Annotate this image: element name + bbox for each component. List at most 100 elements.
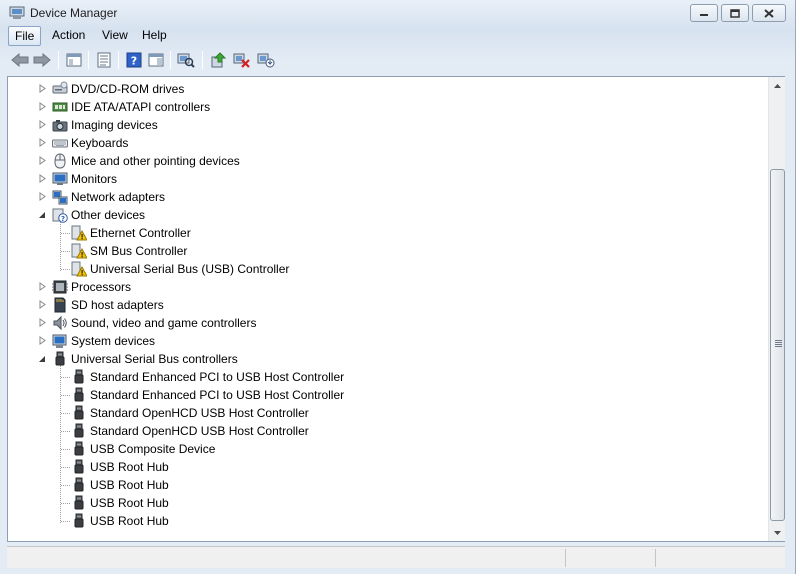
mouse-icon [54, 153, 66, 169]
speaker-icon [53, 315, 67, 331]
collapsed-arrow-icon[interactable] [38, 192, 47, 201]
network-adapter-icon [52, 190, 68, 205]
tree-device-item[interactable]: USB Composite Device [8, 440, 748, 458]
tree-category-item[interactable]: Processors [8, 278, 748, 296]
tree-device-item[interactable]: Standard OpenHCD USB Host Controller [8, 404, 748, 422]
collapsed-arrow-icon[interactable] [38, 156, 47, 165]
show-hide-console-tree-icon [66, 53, 82, 67]
warning-device-icon [71, 261, 87, 277]
tree-guide-line [61, 269, 70, 270]
forward-arrow-icon [33, 53, 51, 67]
tree-guide-line [61, 413, 70, 414]
scan-hardware-changes-button[interactable] [176, 50, 196, 70]
properties-button[interactable] [94, 50, 114, 70]
maximize-button[interactable] [721, 4, 749, 22]
collapsed-arrow-icon[interactable] [38, 336, 47, 345]
tree-item-label: Other devices [71, 208, 146, 222]
tree-item-label: Keyboards [71, 136, 129, 150]
tree-device-item[interactable]: SM Bus Controller [8, 242, 748, 260]
action-pane-button[interactable] [146, 50, 166, 70]
tree-item-label: System devices [71, 334, 156, 348]
forward-button[interactable] [32, 50, 52, 70]
collapsed-arrow-icon[interactable] [38, 120, 47, 129]
tree-device-item[interactable]: Universal Serial Bus (USB) Controller [8, 260, 748, 278]
menu-file[interactable]: File [8, 26, 42, 46]
tree-category-item[interactable]: Universal Serial Bus controllers [8, 350, 748, 368]
help-button[interactable]: ? [124, 50, 144, 70]
tree-category-item[interactable]: Monitors [8, 170, 748, 188]
tree-device-item[interactable]: USB Root Hub [8, 476, 748, 494]
tree-category-item[interactable]: Mice and other pointing devices [8, 152, 748, 170]
tree-device-item[interactable]: Standard Enhanced PCI to USB Host Contro… [8, 368, 748, 386]
tree-device-item[interactable]: USB Root Hub [8, 494, 748, 512]
collapsed-arrow-icon[interactable] [38, 318, 47, 327]
expanded-arrow-icon[interactable] [38, 210, 47, 219]
tree-guide-line [61, 251, 70, 252]
tree-guide-line [61, 395, 70, 396]
collapsed-arrow-icon[interactable] [38, 102, 47, 111]
vertical-scrollbar[interactable] [768, 77, 785, 541]
tree-category-item[interactable]: Imaging devices [8, 116, 748, 134]
tree-category-item[interactable]: Keyboards [8, 134, 748, 152]
usb-plug-icon [55, 351, 65, 366]
collapsed-arrow-icon[interactable] [38, 138, 47, 147]
toolbar-separator [170, 51, 171, 69]
usb-plug-icon [74, 495, 84, 510]
tree-category-item[interactable]: ? Other devices [8, 206, 748, 224]
tree-item-label: USB Root Hub [90, 496, 169, 510]
tree-category-item[interactable]: DVD/CD-ROM drives [8, 80, 748, 98]
tree-item-label: USB Root Hub [90, 514, 169, 528]
ide-controller-icon [52, 102, 68, 112]
tree-guide-line [61, 467, 70, 468]
sd-card-icon [54, 297, 66, 313]
scroll-up-button[interactable] [769, 77, 786, 94]
update-driver-icon [211, 52, 227, 68]
monitor-icon [52, 172, 68, 185]
minimize-button[interactable] [690, 4, 718, 22]
scan-hardware-changes-icon [177, 53, 195, 68]
tree-device-item[interactable]: Ethernet Controller [8, 224, 748, 242]
collapsed-arrow-icon[interactable] [38, 174, 47, 183]
minimize-icon [700, 14, 708, 16]
update-driver-button[interactable] [208, 50, 228, 70]
arrow-down-icon [774, 530, 781, 535]
tree-item-label: Standard Enhanced PCI to USB Host Contro… [90, 370, 345, 384]
scroll-down-button[interactable] [769, 524, 786, 541]
uninstall-device-button[interactable] [256, 50, 276, 70]
tree-category-item[interactable]: System devices [8, 332, 748, 350]
toolbar-separator [118, 51, 119, 69]
tree-device-item[interactable]: USB Root Hub [8, 458, 748, 476]
device-manager-window: Device Manager File Action View Help ? D… [0, 0, 796, 574]
tree-device-item[interactable]: Standard Enhanced PCI to USB Host Contro… [8, 386, 748, 404]
menu-help[interactable]: Help [136, 26, 173, 46]
scrollbar-thumb[interactable] [770, 169, 785, 521]
menu-view[interactable]: View [96, 26, 134, 46]
tree-device-item[interactable]: USB Root Hub [8, 512, 748, 530]
device-tree: DVD/CD-ROM drives IDE ATA/ATAPI controlle… [8, 77, 768, 541]
svg-text:?: ? [131, 55, 137, 68]
back-button[interactable] [10, 50, 30, 70]
collapsed-arrow-icon[interactable] [38, 84, 47, 93]
tree-category-item[interactable]: IDE ATA/ATAPI controllers [8, 98, 748, 116]
thumb-grip [775, 346, 782, 347]
collapsed-arrow-icon[interactable] [38, 282, 47, 291]
close-button[interactable] [752, 4, 786, 22]
expanded-arrow-icon[interactable] [38, 354, 47, 363]
status-bar-panel [565, 549, 655, 567]
toolbar-separator [88, 51, 89, 69]
tree-guide-line [61, 233, 70, 234]
tree-category-item[interactable]: SD host adapters [8, 296, 748, 314]
show-hide-console-tree-button[interactable] [64, 50, 84, 70]
tree-item-label: DVD/CD-ROM drives [71, 82, 185, 96]
collapsed-arrow-icon[interactable] [38, 300, 47, 309]
disable-device-button[interactable] [232, 50, 252, 70]
tree-category-item[interactable]: Sound, video and game controllers [8, 314, 748, 332]
tree-device-item[interactable]: Standard OpenHCD USB Host Controller [8, 422, 748, 440]
menu-action[interactable]: Action [46, 26, 91, 46]
system-devices-icon [52, 334, 67, 348]
title-bar[interactable]: Device Manager [0, 0, 796, 26]
warning-device-icon [71, 225, 87, 241]
device-manager-app-icon [9, 6, 25, 19]
tree-item-label: USB Composite Device [90, 442, 216, 456]
tree-category-item[interactable]: Network adapters [8, 188, 748, 206]
